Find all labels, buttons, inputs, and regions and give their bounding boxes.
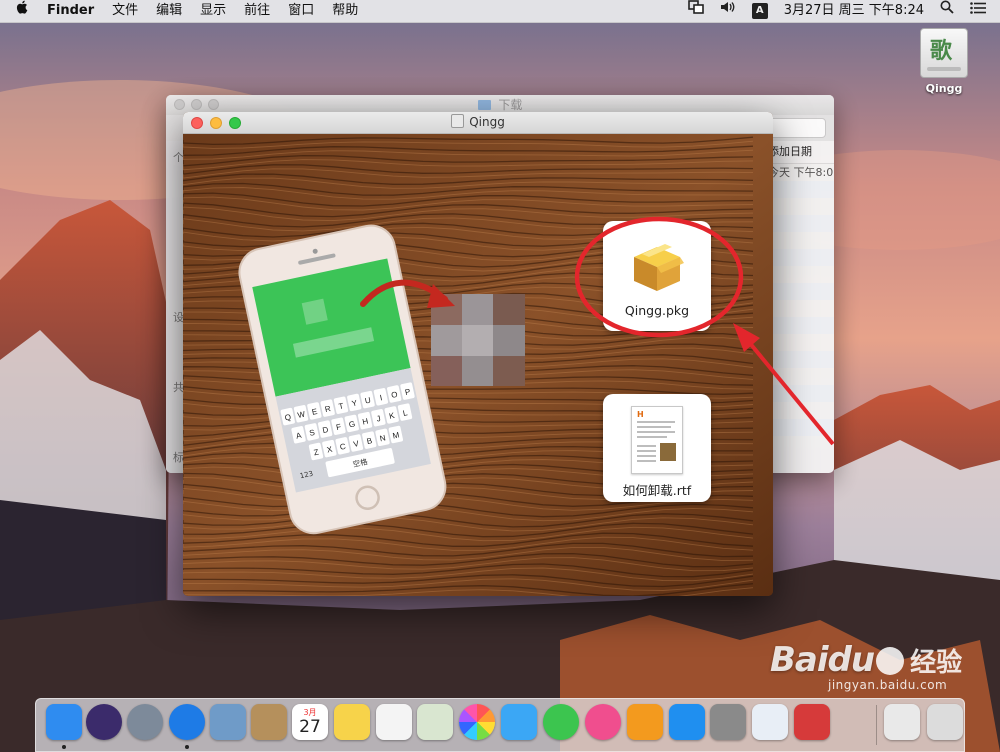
volume-title-icon (451, 114, 465, 128)
dmg-titlebar: Qingg (183, 112, 773, 134)
dock-separator (876, 705, 877, 745)
volume-label: Qingg (925, 82, 963, 95)
volume-icon[interactable] (712, 0, 744, 22)
minimize-button[interactable] (210, 117, 222, 129)
menu-view[interactable]: 显示 (191, 0, 235, 22)
app-menu-finder[interactable]: Finder (38, 0, 103, 22)
notification-center-icon[interactable] (962, 0, 1000, 22)
safari-icon[interactable] (169, 704, 205, 740)
reminders-icon[interactable] (376, 704, 412, 740)
facetime-icon[interactable] (543, 704, 579, 740)
finder-search-field[interactable] (764, 118, 826, 138)
contacts-icon[interactable] (251, 704, 287, 740)
list-row-date[interactable]: 今天 下午8:02 (766, 164, 834, 181)
input-source-label: A (751, 2, 768, 19)
calendar-day: 27 (299, 717, 321, 737)
file-name-label: Qingg.pkg (624, 303, 690, 318)
rtf-document-icon: H (631, 406, 683, 474)
blurred-app-icon (431, 294, 525, 386)
file-name-label: 如何卸载.rtf (622, 483, 692, 498)
watermark-brand: Baidu (770, 640, 875, 680)
folder-icon[interactable] (884, 704, 920, 740)
dock: 3月 27 (35, 698, 965, 752)
menu-edit[interactable]: 编辑 (147, 0, 191, 22)
gear-icon[interactable] (710, 704, 746, 740)
finder-file-list: 添加日期 今天 下午8:02 (766, 141, 834, 473)
finder-icon[interactable] (46, 704, 82, 740)
screen-mirroring-icon[interactable] (680, 0, 712, 22)
itunes-icon[interactable] (585, 704, 621, 740)
baidu-jingyan-watermark: Baidu 经验 jingyan.baidu.com (770, 640, 962, 692)
wood-background-image: Q W E R T Y U I O PA S D F G H J K LZ X C V B N M空格123 (183, 134, 773, 596)
paw-icon (876, 647, 905, 675)
mounted-volume-qingg[interactable]: 歌 Qingg (918, 28, 970, 95)
dmg-window-title: Qingg (469, 115, 505, 129)
running-indicator (185, 745, 189, 749)
watermark-cn: 经验 (910, 648, 963, 678)
mail-stamp-icon[interactable] (210, 704, 246, 740)
launchpad-icon[interactable] (127, 704, 163, 740)
notes-icon[interactable] (334, 704, 370, 740)
menu-help[interactable]: 帮助 (323, 0, 367, 22)
app-store-icon[interactable] (669, 704, 705, 740)
zoom-button[interactable] (229, 117, 241, 129)
folder-icon (477, 100, 491, 110)
siri-icon[interactable] (86, 704, 122, 740)
photos-icon[interactable] (459, 704, 495, 740)
volume-glyph: 歌 (930, 39, 953, 64)
file-qingg-pkg[interactable]: Qingg.pkg (603, 221, 711, 331)
trash-icon[interactable] (927, 704, 963, 740)
menu-window[interactable]: 窗口 (279, 0, 323, 22)
menu-go[interactable]: 前往 (235, 0, 279, 22)
menu-clock[interactable]: 3月27日 周三 下午8:24 (776, 0, 932, 22)
menu-file[interactable]: 文件 (103, 0, 147, 22)
file-uninstall-rtf[interactable]: H 如何卸载.rtf (603, 394, 711, 502)
input-source-icon[interactable]: A (744, 0, 776, 22)
close-button[interactable] (191, 117, 203, 129)
package-icon (634, 244, 684, 291)
finder-window-title: 下载 (498, 98, 523, 112)
watermark-url: jingyan.baidu.com (828, 678, 948, 692)
running-indicator (62, 745, 66, 749)
window-controls-inactive[interactable] (174, 99, 219, 110)
column-header-date-added[interactable]: 添加日期 (766, 141, 834, 164)
calendar-icon[interactable]: 3月 27 (292, 704, 328, 740)
ibooks-icon[interactable] (627, 704, 663, 740)
dmg-background: Q W E R T Y U I O P A S D F G H J K L Z X C V B N M 空格 123 (183, 134, 773, 596)
photo-slideshow-icon[interactable] (417, 704, 453, 740)
dmg-window-qingg[interactable]: Qingg QWERTYUIOPAS D F G H J K L Z X C V… (183, 112, 773, 596)
apple-menu-icon[interactable] (0, 0, 38, 22)
parallels-icon[interactable] (794, 704, 830, 740)
menu-bar: Finder 文件 编辑 显示 前往 窗口 帮助 A 3月27日 周三 下午8:… (0, 0, 1000, 23)
spotlight-search-icon[interactable] (932, 0, 962, 22)
mail-icon[interactable] (752, 704, 788, 740)
messages-icon[interactable] (501, 704, 537, 740)
disk-image-icon: 歌 (920, 28, 968, 78)
